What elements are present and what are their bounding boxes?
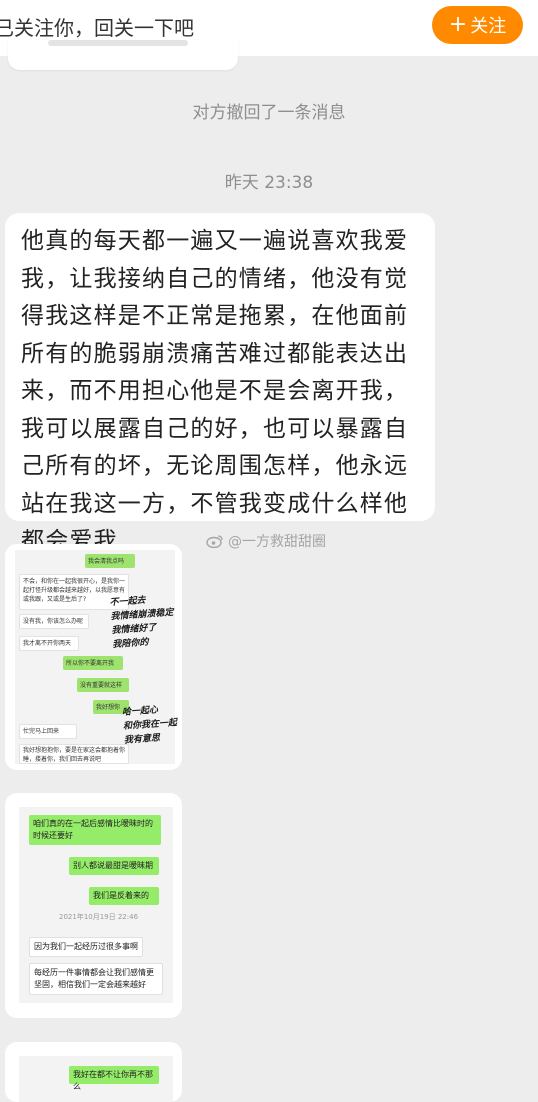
weibo-watermark: @一方救甜甜圈 [206, 531, 326, 551]
chat-screenshot-1: 我会清我点吗 不会，和你在一起我很开心，是我你一起打怪升级都会越来越好，以我愿意… [15, 550, 177, 764]
handwritten-note: 不一起去 我情绪崩溃稳定 我情绪好了 我陪你的 [109, 595, 174, 651]
chat-bubble: 所以你不要离开我 [63, 656, 123, 670]
blurred-content [48, 40, 188, 46]
chat-bubble: 我会清我点吗 [85, 554, 135, 568]
plus-icon: + [448, 12, 468, 37]
image-card-chat-screenshot-1[interactable]: 我会清我点吗 不会，和你在一起我很开心，是我你一起打怪升级都会越来越好，以我愿意… [5, 544, 182, 770]
previous-image-card[interactable] [8, 40, 238, 70]
weibo-icon [206, 535, 223, 548]
image-card-chat-screenshot-3[interactable]: 我好在都不让你再不那么 [5, 1042, 182, 1102]
follow-button[interactable]: + 关注 [432, 6, 523, 44]
image-card-chat-screenshot-2[interactable]: 咱们真的在一起后感情比暧昧时的时候还要好 别人都说最甜是暧昧期 我们是反着来的 … [5, 793, 182, 1018]
chat-bubble: 因为我们一起经历过很多事啊 [29, 937, 143, 957]
chat-bubble: 没有重要就这样 [77, 678, 129, 692]
recalled-message-notice: 对方撤回了一条消息 [192, 103, 346, 123]
message-timestamp: 昨天 23:38 [224, 173, 314, 193]
chat-screenshot-3: 我好在都不让你再不那么 [19, 1056, 173, 1102]
chat-bubble: 咱们真的在一起后感情比暧昧时的时候还要好 [29, 815, 161, 845]
handwritten-note: 哈一起心 和你我在一起 我有意思 [121, 705, 178, 746]
chat-bubble: 我才离不开你两天 [19, 636, 79, 651]
watermark-text: @一方救甜甜圈 [228, 534, 326, 550]
message-text: 他真的每天都一遍又一遍说喜欢我爱我，让我接纳自己的情绪，他没有觉得我这样是不正常… [21, 228, 409, 554]
follow-back-notice: 已关注你，回关一下吧 [0, 16, 194, 40]
follow-label: 关注 [470, 16, 507, 37]
message-bubble[interactable]: 他真的每天都一遍又一遍说喜欢我爱我，让我接纳自己的情绪，他没有觉得我这样是不正常… [5, 213, 435, 554]
chat-bubble: 每经历一件事情都会让我们感情更坚固，相信我们一定会越来越好 [29, 963, 163, 995]
chat-bubble: 我好在都不让你再不那么 [69, 1066, 159, 1091]
chat-bubble: 别人都说最甜是暧昧期 [69, 857, 159, 875]
chat-bubble: 没有我，你该怎么办呢 [19, 614, 89, 629]
chat-bubble: 我好想抱抱你，要是在家这会都抱着你睡，搂着你，我们回去再说吧 [19, 744, 129, 764]
chat-bubble: 我们是反着来的 [89, 887, 159, 905]
chat-screenshot-2: 咱们真的在一起后感情比暧昧时的时候还要好 别人都说最甜是暧昧期 我们是反着来的 … [19, 807, 173, 1003]
chat-bubble: 忙完马上回来 [19, 724, 77, 739]
chat-timestamp: 2021年10月19日 22:46 [59, 913, 139, 921]
